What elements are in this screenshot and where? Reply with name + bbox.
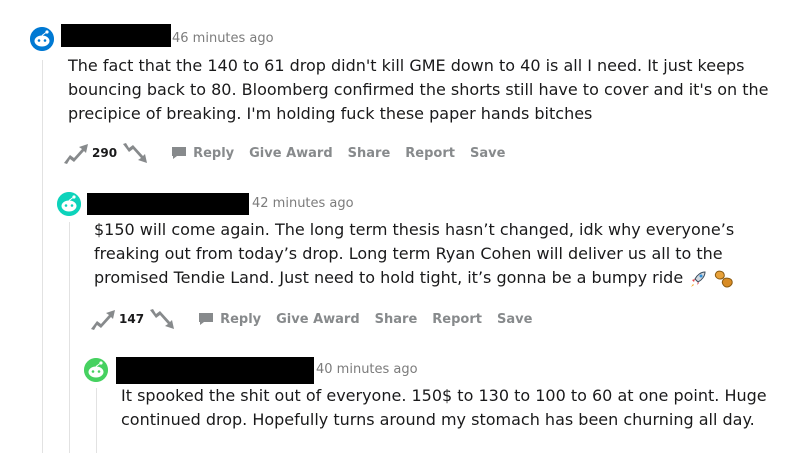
reply-button[interactable]: Reply: [198, 312, 261, 327]
avatar[interactable]: [30, 27, 54, 51]
comment-body: It spooked the shit out of everyone. 150…: [121, 384, 767, 432]
vote-score: 290: [92, 146, 118, 160]
upvote-stonks-icon[interactable]: [62, 141, 90, 165]
avatar[interactable]: [57, 192, 81, 216]
avatar[interactable]: [84, 358, 108, 382]
comment-body: $150 will come again. The long term thes…: [94, 218, 735, 290]
give-award-button[interactable]: Give Award: [276, 312, 360, 327]
reply-button[interactable]: Reply: [171, 146, 234, 161]
comment-actions: 290 Reply Give Award Share Report Save: [62, 141, 505, 165]
comment-text-line: $150 will come again. The long term thes…: [94, 220, 735, 239]
redacted-username: [116, 357, 314, 384]
snoo-avatar-icon: [84, 358, 108, 382]
vote-score: 147: [119, 312, 145, 326]
give-award-button[interactable]: Give Award: [249, 146, 333, 161]
save-button[interactable]: Save: [470, 146, 505, 161]
comment-timestamp[interactable]: 42 minutes ago: [252, 196, 354, 212]
tendies-icon: [715, 270, 734, 288]
share-button[interactable]: Share: [375, 312, 418, 327]
reply-label: Reply: [193, 145, 235, 161]
comment-timestamp[interactable]: 40 minutes ago: [316, 362, 418, 378]
comment-text-line: It spooked the shit out of everyone. 150…: [121, 386, 767, 405]
downvote-stonks-icon[interactable]: [121, 141, 149, 165]
comment-timestamp[interactable]: 46 minutes ago: [172, 31, 274, 47]
comment-text-line: freaking out from today’s drop. Long ter…: [94, 244, 723, 263]
comment-body: The fact that the 140 to 61 drop didn't …: [68, 54, 769, 126]
comment-text-line: precipice of breaking. I'm holding fuck …: [68, 104, 593, 123]
redacted-username: [61, 24, 171, 47]
comment-bubble-icon: [199, 313, 214, 325]
downvote-stonks-icon[interactable]: [148, 307, 176, 331]
comment-text-line: promised Tendie Land. Just need to hold …: [94, 266, 735, 290]
reply-label: Reply: [220, 311, 262, 327]
comment-text-span: promised Tendie Land. Just need to hold …: [94, 268, 684, 287]
share-button[interactable]: Share: [348, 146, 391, 161]
comment-bubble-icon: [172, 147, 187, 159]
report-button[interactable]: Report: [405, 146, 455, 161]
thread-line[interactable]: [69, 222, 70, 453]
comment-text-line: The fact that the 140 to 61 drop didn't …: [68, 56, 745, 75]
report-button[interactable]: Report: [432, 312, 482, 327]
rocket-icon: [691, 270, 706, 287]
comment-text-line: continued drop. Hopefully turns around m…: [121, 410, 755, 429]
comment-text-line: bouncing back to 80. Bloomberg confirmed…: [68, 80, 769, 99]
thread-line[interactable]: [96, 388, 97, 453]
snoo-avatar-icon: [57, 192, 81, 216]
upvote-stonks-icon[interactable]: [89, 307, 117, 331]
save-button[interactable]: Save: [497, 312, 532, 327]
redacted-username: [87, 193, 249, 215]
comment-actions: 147 Reply Give Award Share Report Save: [89, 307, 532, 331]
thread-line[interactable]: [42, 60, 43, 453]
snoo-avatar-icon: [30, 27, 54, 51]
